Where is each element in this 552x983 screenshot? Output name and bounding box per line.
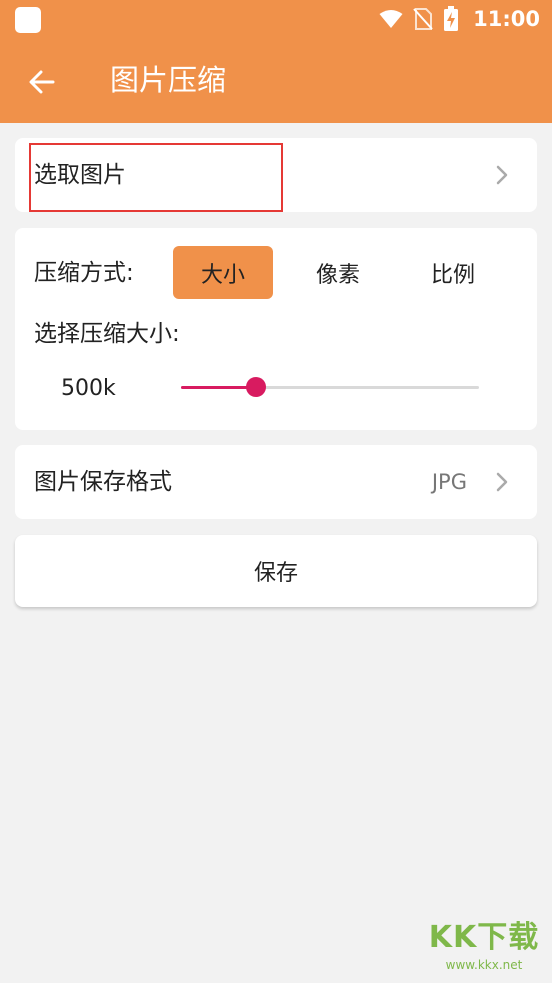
size-slider[interactable] xyxy=(181,376,479,398)
save-format-row[interactable]: 图片保存格式 JPG xyxy=(15,445,537,519)
status-bar: 11:00 xyxy=(0,0,552,38)
compression-card: 压缩方式: 大小 像素 比例 选择压缩大小: 500k xyxy=(15,228,537,430)
page-title: 图片压缩 xyxy=(110,63,227,97)
arrow-left-icon xyxy=(29,70,55,94)
save-format-value: JPG xyxy=(431,470,467,494)
mode-option-pixel[interactable]: 像素 xyxy=(288,246,388,299)
mode-option-ratio[interactable]: 比例 xyxy=(403,246,503,299)
chevron-right-icon xyxy=(496,165,508,185)
wifi-icon xyxy=(379,10,403,28)
mode-option-size[interactable]: 大小 xyxy=(173,246,273,299)
app-square-icon xyxy=(15,7,41,33)
slider-thumb[interactable] xyxy=(245,377,266,397)
compression-size-value: 500k xyxy=(61,376,116,401)
pick-image-label: 选取图片 xyxy=(34,162,126,188)
pick-image-row[interactable]: 选取图片 xyxy=(15,138,537,212)
save-format-label: 图片保存格式 xyxy=(34,469,172,495)
no-sim-icon xyxy=(413,8,433,30)
status-time: 11:00 xyxy=(473,7,540,31)
battery-charging-icon xyxy=(444,6,459,31)
watermark-url: www.kkx.net xyxy=(445,958,523,972)
back-button[interactable] xyxy=(22,62,62,102)
chevron-right-icon xyxy=(496,472,508,492)
app-bar: 图片压缩 xyxy=(0,38,552,123)
compression-mode-label: 压缩方式: xyxy=(34,260,134,286)
slider-fill xyxy=(181,386,256,389)
watermark-brand: KK下载 xyxy=(428,920,540,955)
save-button[interactable]: 保存 xyxy=(15,535,537,607)
watermark: KK下载 www.kkx.net xyxy=(424,919,544,979)
compression-size-label: 选择压缩大小: xyxy=(34,321,180,347)
status-icons: 11:00 xyxy=(379,0,540,38)
